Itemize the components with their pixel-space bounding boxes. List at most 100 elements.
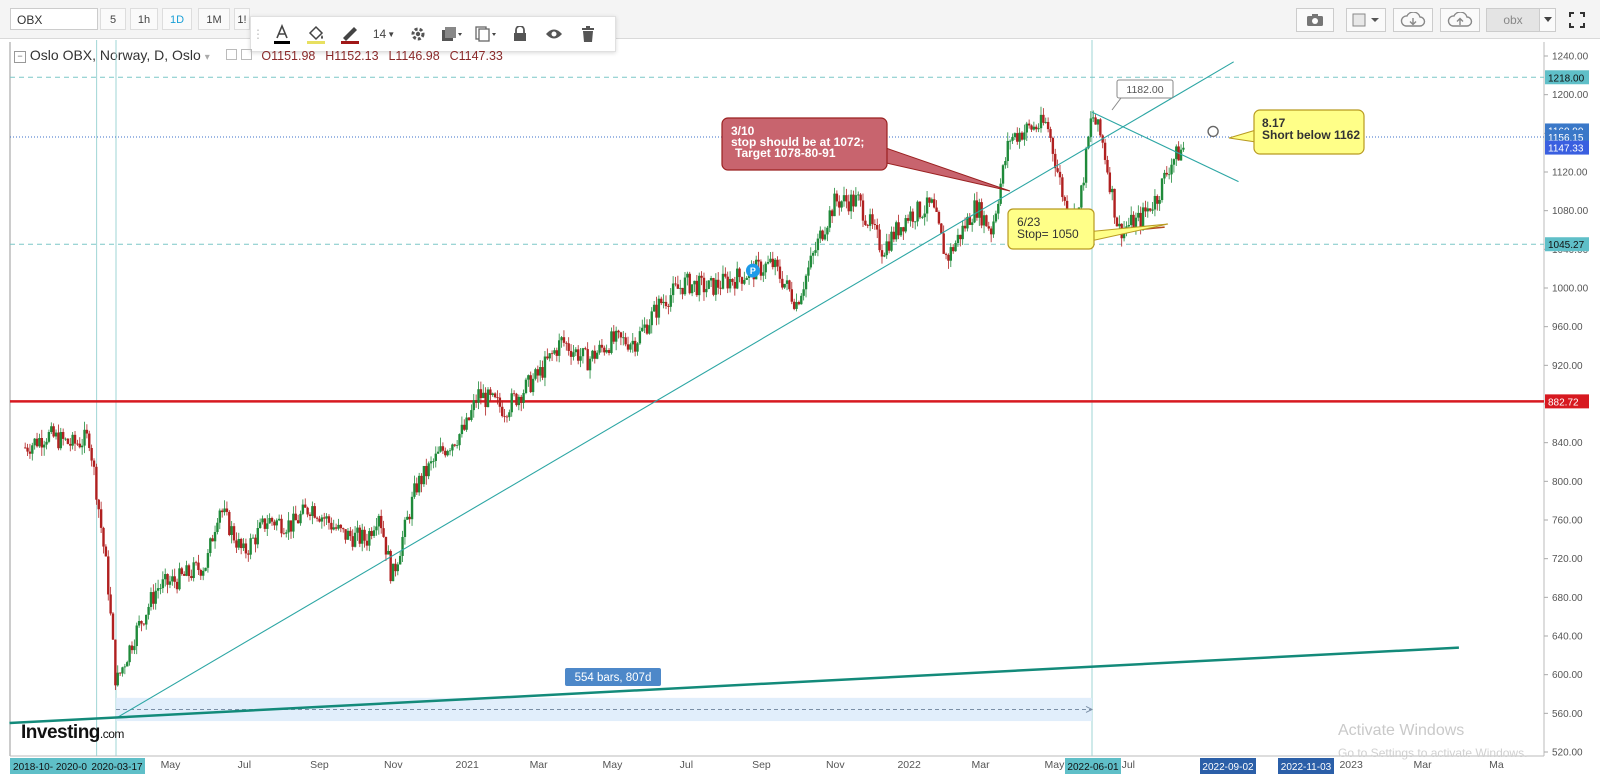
cloud-upload-icon[interactable]: [1440, 8, 1480, 32]
candle: [439, 437, 442, 453]
candle: [1061, 174, 1064, 202]
candle: [289, 520, 293, 539]
lock-icon[interactable]: [503, 17, 537, 51]
candle: [954, 240, 957, 252]
candle: [1016, 127, 1019, 145]
candle: [1163, 169, 1166, 185]
chart-style-dropdown[interactable]: [1346, 8, 1386, 32]
candle-body: [947, 254, 950, 261]
settings-icon[interactable]: [225, 49, 237, 60]
candle-body: [410, 496, 414, 520]
candle: [1004, 157, 1007, 169]
fill-color-icon[interactable]: [299, 17, 333, 51]
font-size-dropdown[interactable]: 14 ▼: [367, 17, 401, 51]
candle: [493, 392, 497, 399]
candle: [664, 295, 668, 310]
candle: [859, 193, 862, 207]
candle: [712, 277, 715, 297]
candle: [1054, 148, 1057, 177]
price-badge-text: 1156.15: [1548, 133, 1584, 144]
candle-body: [671, 283, 675, 296]
clone-icon[interactable]: [435, 17, 469, 51]
p-marker-icon: P: [745, 263, 760, 278]
text-color-icon[interactable]: [265, 17, 299, 51]
close-icon[interactable]: [240, 49, 252, 60]
candle: [323, 512, 326, 527]
candle-body: [1030, 125, 1033, 130]
account-dropdown[interactable]: obx: [1486, 8, 1540, 32]
candle-body: [90, 447, 93, 461]
collapse-icon[interactable]: −: [14, 51, 26, 63]
candle: [776, 256, 779, 272]
cloud-download-icon[interactable]: [1393, 8, 1433, 32]
candle-body: [474, 400, 478, 403]
timeframe-more-button[interactable]: 1!: [234, 8, 250, 30]
note-yellow-box-1: [1007, 208, 1095, 250]
eye-icon[interactable]: [537, 17, 571, 51]
candle: [1156, 194, 1159, 211]
camera-icon[interactable]: [1296, 8, 1334, 32]
chevron-down-icon[interactable]: ▾: [205, 52, 210, 63]
candle: [436, 446, 440, 455]
copy-icon[interactable]: [469, 17, 503, 51]
range-label: 554 bars, 807d: [565, 668, 661, 686]
candle-body: [1163, 172, 1166, 179]
candle: [282, 527, 286, 535]
candle-body: [1065, 200, 1069, 217]
candle-body: [204, 567, 207, 571]
chevron-down-icon[interactable]: [1540, 8, 1556, 32]
candle: [66, 437, 70, 445]
candle: [1103, 138, 1107, 165]
candle: [182, 571, 186, 576]
fullscreen-icon[interactable]: [1562, 8, 1592, 32]
candle: [911, 208, 915, 229]
candle: [441, 442, 445, 455]
candle-body: [301, 504, 305, 514]
candle-body: [415, 483, 418, 493]
candle: [876, 218, 879, 239]
candle-body: [451, 444, 454, 451]
candle: [916, 200, 919, 227]
candle-body: [448, 450, 452, 452]
time-badge: 2022-06-01: [1065, 758, 1121, 774]
candle-body: [966, 216, 969, 229]
timeframe-1m-button[interactable]: 1M: [198, 8, 230, 30]
symbol-input[interactable]: OBX: [10, 8, 98, 30]
candle: [766, 255, 770, 265]
timeframe-1h-button[interactable]: 1h: [130, 8, 158, 30]
candle-body: [645, 324, 649, 334]
timeframe-5m-button[interactable]: 5: [100, 8, 126, 30]
candle: [1144, 200, 1147, 218]
line-color-icon[interactable]: [333, 17, 367, 51]
candle: [154, 582, 157, 610]
candle-body: [294, 513, 297, 521]
candle: [1099, 118, 1102, 138]
candle: [244, 538, 248, 559]
candle: [109, 586, 112, 616]
candle-body: [1137, 212, 1140, 218]
candle: [209, 537, 212, 557]
candle: [840, 200, 843, 212]
candle: [667, 303, 670, 315]
trash-icon[interactable]: [571, 17, 605, 51]
candle-body: [470, 410, 473, 421]
time-badge-bg: [10, 758, 90, 774]
timeframe-1d-button[interactable]: 1D: [162, 8, 192, 30]
candle: [301, 499, 305, 516]
candle-body: [206, 553, 210, 568]
candle-body: [833, 193, 836, 217]
instrument-title[interactable]: Oslo OBX, Norway, D, Oslo: [30, 47, 201, 63]
candle-body: [821, 230, 824, 240]
candle-body: [441, 446, 445, 451]
candle-body: [23, 447, 27, 449]
drag-handle-icon[interactable]: ⋮: [251, 17, 265, 51]
candle: [363, 526, 366, 548]
gear-icon[interactable]: [401, 17, 435, 51]
price-badge-text: 1160.90: [1548, 126, 1584, 137]
chart-legend: − Oslo OBX, Norway, D, Oslo ▾ O1151.98 H…: [14, 47, 503, 63]
candle-body: [50, 426, 53, 433]
candle-body: [484, 392, 487, 408]
candle-body: [603, 347, 606, 353]
candle: [871, 208, 874, 230]
candle: [460, 416, 464, 438]
